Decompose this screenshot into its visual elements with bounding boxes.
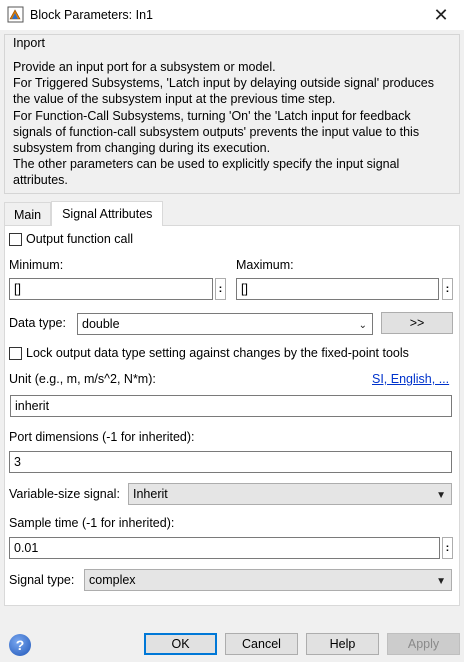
data-type-select[interactable]: double ⌄: [77, 313, 373, 335]
sample-time-input[interactable]: 0.01: [9, 537, 440, 559]
description-line: attributes.: [13, 173, 68, 188]
dropdown-arrow-icon: ▼: [436, 490, 446, 501]
data-type-value: double: [82, 317, 120, 331]
help-icon[interactable]: ?: [9, 634, 31, 656]
port-dimensions-input[interactable]: 3: [9, 451, 452, 473]
tab-main[interactable]: Main: [4, 202, 52, 226]
output-function-call-label: Output function call: [26, 232, 134, 246]
maximum-label: Maximum:: [236, 258, 294, 272]
variable-size-label: Variable-size signal:: [9, 487, 120, 501]
description-line: signals of function-call subsystem outpu…: [13, 124, 420, 139]
signal-type-select[interactable]: complex ▼: [84, 569, 452, 591]
port-dimensions-label: Port dimensions (-1 for inherited):: [9, 430, 195, 444]
signal-attributes-panel: Output function call Minimum: Maximum: […: [4, 225, 460, 606]
cancel-button[interactable]: Cancel: [225, 633, 298, 655]
unit-label: Unit (e.g., m, m/s^2, N*m):: [9, 372, 156, 386]
minimum-input[interactable]: []: [9, 278, 213, 300]
description-line: For Function-Call Subsystems, turning 'O…: [13, 108, 411, 123]
window-title: Block Parameters: In1: [30, 8, 153, 22]
apply-button[interactable]: Apply: [387, 633, 460, 655]
description-line: For Triggered Subsystems, 'Latch input b…: [13, 76, 434, 91]
description-line: The other parameters can be used to expl…: [13, 157, 400, 172]
dropdown-arrow-icon: ▼: [436, 576, 446, 587]
close-icon[interactable]: ✕: [418, 0, 464, 30]
simulink-block-icon: [7, 6, 24, 23]
variable-size-value: Inherit: [133, 487, 168, 501]
group-title: Inport: [13, 36, 45, 50]
unit-input[interactable]: inherit: [10, 395, 452, 417]
title-bar: Block Parameters: In1 ✕: [0, 0, 464, 30]
maximum-options-button[interactable]: :: [442, 278, 453, 300]
description-line: Provide an input port for a subsystem or…: [13, 60, 276, 74]
minimum-options-button[interactable]: :: [215, 278, 226, 300]
description-line: the value of the subsystem input at the …: [13, 92, 336, 107]
signal-type-label: Signal type:: [9, 573, 75, 587]
block-description: Provide an input port for a subsystem or…: [13, 59, 459, 189]
lock-output-checkbox[interactable]: [9, 347, 22, 360]
signal-type-value: complex: [89, 573, 136, 587]
tab-signal-attributes[interactable]: Signal Attributes: [51, 201, 164, 226]
chevron-down-icon: ⌄: [358, 320, 367, 331]
tab-bar: Main Signal Attributes: [4, 201, 164, 226]
description-line: subsystem from changing during its execu…: [13, 141, 271, 156]
description-group: Inport Provide an input port for a subsy…: [4, 34, 460, 194]
maximum-input[interactable]: []: [236, 278, 439, 300]
output-function-call-checkbox[interactable]: [9, 233, 22, 246]
data-type-label: Data type:: [9, 316, 66, 330]
ok-button[interactable]: OK: [144, 633, 217, 655]
unit-system-link[interactable]: SI, English, ...: [372, 372, 449, 386]
minimum-label: Minimum:: [9, 258, 64, 272]
variable-size-select[interactable]: Inherit ▼: [128, 483, 452, 505]
data-type-assistant-button[interactable]: >>: [381, 312, 453, 334]
lock-output-label: Lock output data type setting against ch…: [26, 346, 409, 360]
sample-time-label: Sample time (-1 for inherited):: [9, 516, 175, 530]
help-button[interactable]: Help: [306, 633, 379, 655]
sample-time-options-button[interactable]: :: [442, 537, 453, 559]
